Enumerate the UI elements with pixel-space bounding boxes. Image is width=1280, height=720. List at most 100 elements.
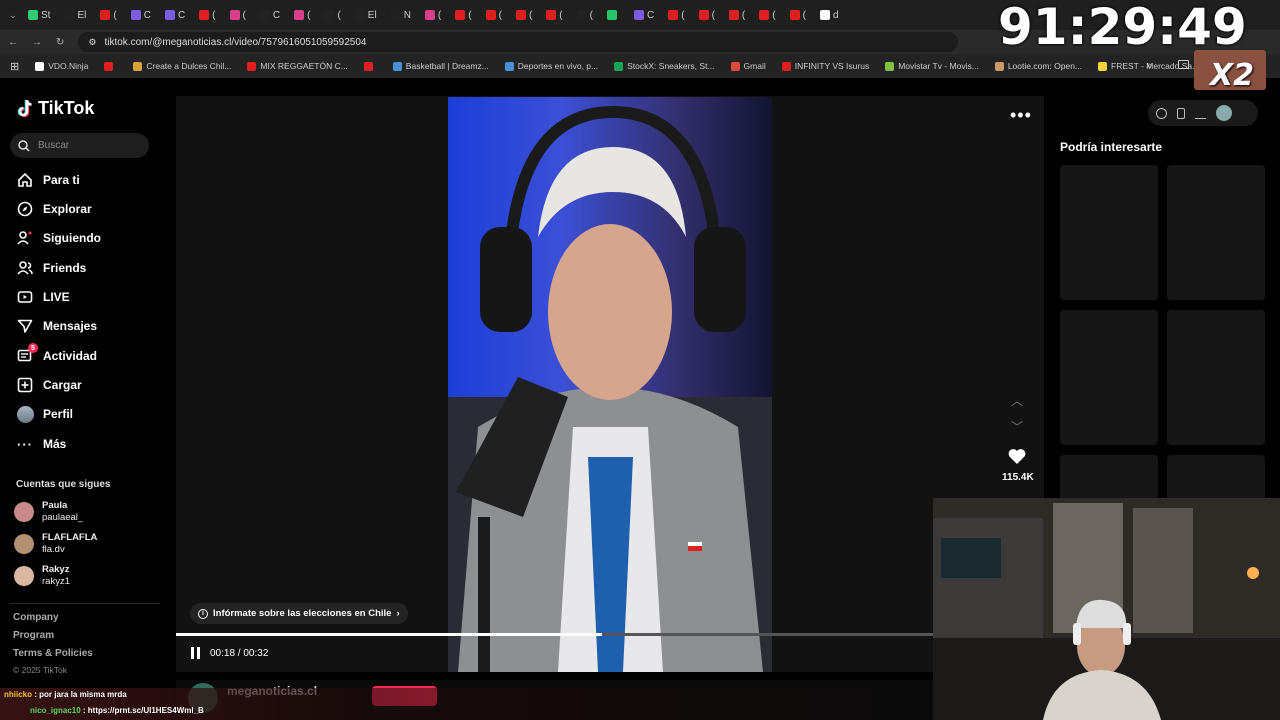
search-input[interactable]: Buscar xyxy=(10,133,149,158)
tab-favicon-icon xyxy=(424,10,435,20)
recommend-thumb[interactable] xyxy=(1060,165,1158,300)
url-field[interactable]: ⚙ tiktok.com/@meganoticias.cl/video/7579… xyxy=(78,32,959,52)
bookmarks-overflow-icon[interactable]: » xyxy=(1146,60,1152,72)
recommend-thumb[interactable] xyxy=(1167,310,1265,445)
back-icon[interactable]: ← xyxy=(8,37,18,48)
apps-grid-icon[interactable]: ⊞ xyxy=(10,60,19,73)
browser-tab[interactable]: C xyxy=(159,4,191,26)
browser-tab[interactable]: ( xyxy=(318,4,346,26)
sidebar-item-home[interactable]: Para ti xyxy=(16,169,166,191)
profile-avatar[interactable] xyxy=(1216,105,1232,121)
bookmark-item[interactable]: INFINITY VS Isurus xyxy=(781,61,869,71)
browser-tab[interactable]: N xyxy=(385,4,417,26)
browser-tab[interactable]: ( xyxy=(480,4,508,26)
browser-tab[interactable]: C xyxy=(254,4,286,26)
bookmark-item[interactable] xyxy=(363,61,377,71)
bookmark-favicon-icon xyxy=(994,61,1004,71)
sidebar-item-label: Mensajes xyxy=(43,319,98,333)
browser-tab[interactable]: C xyxy=(628,4,660,26)
forward-icon[interactable]: → xyxy=(32,37,42,48)
previous-video-icon[interactable]: ︿ xyxy=(1011,392,1023,409)
browser-tab[interactable]: ( xyxy=(540,4,568,26)
bookmark-item[interactable]: Gmail xyxy=(730,61,766,71)
browser-tab[interactable]: ( xyxy=(784,4,812,26)
bookmark-label: Gmail xyxy=(743,61,766,71)
browser-tab[interactable]: ( xyxy=(288,4,316,26)
more-icon: ··· xyxy=(17,436,33,452)
browser-tab[interactable]: ( xyxy=(510,4,538,26)
browser-tab[interactable]: C xyxy=(125,4,157,26)
tab-label: ( xyxy=(741,9,746,21)
bookmark-item[interactable]: Deportes en vivo, p... xyxy=(504,61,598,71)
bookmark-item[interactable]: Movistar Tv - Movis... xyxy=(885,61,979,71)
browser-tab[interactable]: ( xyxy=(693,4,721,26)
browser-tab[interactable]: ( xyxy=(723,4,751,26)
coin-icon[interactable] xyxy=(1156,107,1167,119)
recommend-thumb[interactable] xyxy=(1060,310,1158,445)
sidebar-item-following[interactable]: Siguiendo xyxy=(16,227,166,249)
pause-icon[interactable] xyxy=(191,647,200,659)
bookmark-item[interactable] xyxy=(104,61,117,71)
browser-tab[interactable]: ( xyxy=(224,4,252,26)
bookmark-item[interactable]: VDO.Ninja xyxy=(35,61,88,71)
bookmark-item[interactable]: MIX REGGAETÓN C... xyxy=(247,61,348,71)
recommend-thumb[interactable] xyxy=(1060,455,1158,500)
sidebar-item-more[interactable]: ··· Más xyxy=(16,433,166,455)
sidebar-item-live[interactable]: LIVE xyxy=(16,286,166,308)
account-names: FLAFLAFLA fla.dv xyxy=(42,532,97,556)
bookmarks-folder-icon[interactable] xyxy=(1178,60,1189,69)
device-icon[interactable] xyxy=(1177,107,1185,119)
browser-tab[interactable]: ( xyxy=(449,4,477,26)
tab-label: ( xyxy=(498,9,502,21)
browser-tab[interactable]: d xyxy=(814,4,845,26)
tab-list-menu-icon[interactable]: ⌄ xyxy=(6,10,20,21)
sidebar-item-friends[interactable]: Friends xyxy=(16,257,166,279)
sidebar-item-compass[interactable]: Explorar xyxy=(16,198,166,220)
recommend-thumb[interactable] xyxy=(1167,165,1265,300)
footer-terms-link[interactable]: Terms & Policies xyxy=(13,648,93,659)
browser-tab[interactable] xyxy=(601,4,626,26)
sidebar-item-messages[interactable]: Mensajes xyxy=(16,315,166,337)
tab-favicon-icon xyxy=(130,10,141,20)
sidebar-item-label: Cargar xyxy=(43,378,82,392)
tiktok-logo[interactable]: TikTok xyxy=(16,98,94,119)
election-info-pill[interactable]: i Infórmate sobre las elecciones en Chil… xyxy=(190,603,408,624)
video-frame[interactable] xyxy=(448,97,772,672)
browser-tab[interactable]: ( xyxy=(662,4,690,26)
bookmark-favicon-icon xyxy=(781,61,791,71)
site-info-icon[interactable]: ⚙ xyxy=(88,37,96,48)
avatar xyxy=(14,534,34,554)
followed-account[interactable]: FLAFLAFLA fla.dv xyxy=(14,532,97,556)
followed-account[interactable]: Rakyz rakyz1 xyxy=(14,564,70,588)
browser-tab[interactable]: ( xyxy=(571,4,599,26)
video-progress-bar[interactable] xyxy=(176,633,933,636)
recommend-thumb[interactable] xyxy=(1167,455,1265,500)
tab-label: C xyxy=(177,9,186,21)
browser-tab[interactable]: ( xyxy=(753,4,781,26)
sidebar-item-activity[interactable]: 5 Actividad xyxy=(16,343,166,367)
footer-company-link[interactable]: Company xyxy=(13,612,59,623)
browser-tab[interactable]: ( xyxy=(193,4,221,26)
chat-separator: : xyxy=(80,706,88,715)
bookmark-item[interactable]: StockX: Sneakers, St... xyxy=(614,61,715,71)
footer-program-link[interactable]: Program xyxy=(13,630,54,641)
sidebar-item-label: Más xyxy=(43,437,67,451)
like-heart-icon[interactable] xyxy=(1008,448,1026,465)
download-icon[interactable] xyxy=(1195,108,1206,119)
more-options-icon[interactable]: ••• xyxy=(1010,105,1032,126)
reload-icon[interactable]: ↻ xyxy=(56,37,64,48)
next-video-icon[interactable]: ﹀ xyxy=(1011,418,1023,435)
tab-favicon-icon xyxy=(789,10,800,20)
browser-tab[interactable]: El xyxy=(349,4,383,26)
bookmark-item[interactable]: Basketball | Dreamz... xyxy=(392,61,489,71)
browser-tab[interactable]: ( xyxy=(419,4,447,26)
bookmark-item[interactable]: Lootie.com: Open... xyxy=(994,61,1082,71)
search-icon xyxy=(18,139,30,152)
sidebar-item-upload[interactable]: Cargar xyxy=(16,374,166,396)
browser-tab[interactable]: St xyxy=(22,4,56,26)
followed-account[interactable]: Paula paulaeal_ xyxy=(14,500,83,524)
bookmark-item[interactable]: Create a Dulces Chil... xyxy=(133,61,231,71)
browser-tab[interactable]: El xyxy=(58,4,92,26)
sidebar-item-avatar[interactable]: Perfil xyxy=(16,403,166,425)
browser-tab[interactable]: ( xyxy=(94,4,122,26)
